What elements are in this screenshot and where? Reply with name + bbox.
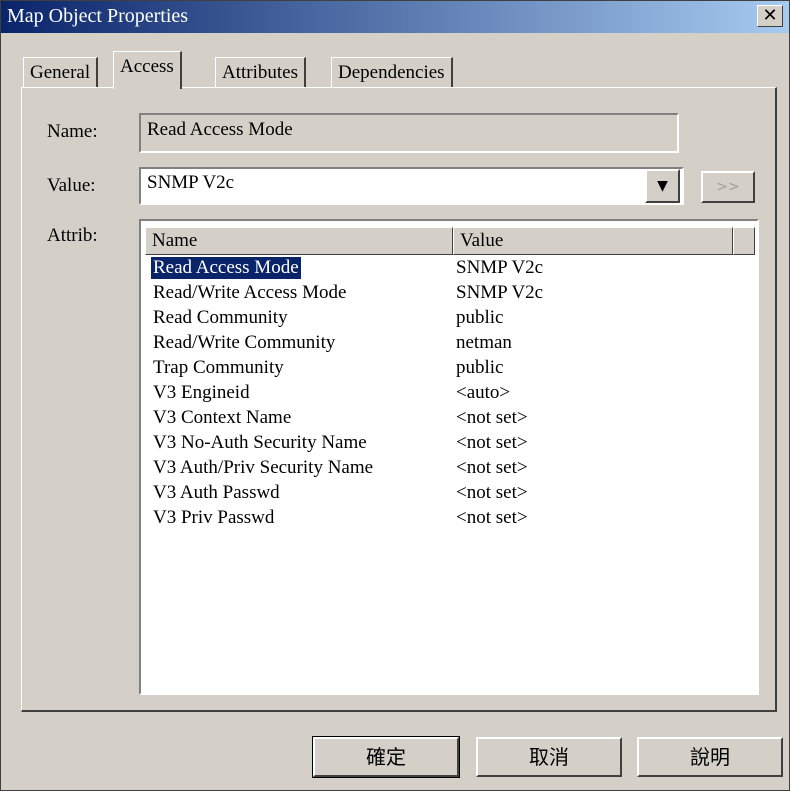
list-item[interactable]: V3 Engineid <auto> <box>141 382 741 407</box>
list-item[interactable]: Trap Community public <box>141 357 741 382</box>
title-bar[interactable]: Map Object Properties ✕ <box>1 1 789 33</box>
chevron-down-icon: ▼ <box>657 178 668 194</box>
column-header-value[interactable]: Value <box>453 227 733 255</box>
attrib-label: Attrib: <box>47 225 98 246</box>
list-item-value: public <box>456 307 504 328</box>
list-item-name: Read/Write Access Mode <box>153 282 347 303</box>
value-combobox[interactable]: SNMP V2c <box>139 167 684 205</box>
list-item[interactable]: Read Access Mode SNMP V2c <box>141 256 741 282</box>
value-label: Value: <box>47 175 96 196</box>
list-item-name: V3 Auth/Priv Security Name <box>153 457 374 478</box>
name-label: Name: <box>47 121 98 142</box>
list-item-value: <auto> <box>456 382 511 403</box>
list-item-name: V3 No-Auth Security Name <box>153 432 367 453</box>
list-item-name: Trap Community <box>153 357 284 378</box>
close-button[interactable]: ✕ <box>757 5 783 27</box>
tab-access[interactable]: Access <box>113 51 182 89</box>
list-item-value: SNMP V2c <box>456 282 544 303</box>
list-item-value: SNMP V2c <box>456 257 544 278</box>
list-item-value: <not set> <box>456 482 528 503</box>
list-item-name: V3 Priv Passwd <box>153 507 275 528</box>
window-title: Map Object Properties <box>7 5 189 27</box>
list-item[interactable]: V3 Context Name <not set> <box>141 407 741 432</box>
list-item-name: V3 Auth Passwd <box>153 482 280 503</box>
list-item[interactable]: V3 Auth Passwd <not set> <box>141 482 741 507</box>
list-item-value: <not set> <box>456 457 528 478</box>
list-item[interactable]: V3 Priv Passwd <not set> <box>141 507 741 532</box>
list-item[interactable]: Read/Write Access Mode SNMP V2c <box>141 282 741 307</box>
list-item-name: V3 Context Name <box>153 407 292 428</box>
list-item-name: V3 Engineid <box>153 382 250 403</box>
list-item-value: <not set> <box>456 432 528 453</box>
list-item[interactable]: Read/Write Community netman <box>141 332 741 357</box>
list-item-value: <not set> <box>456 407 528 428</box>
name-field: Read Access Mode <box>139 113 679 153</box>
list-item-value: netman <box>456 332 512 353</box>
more-button[interactable]: >> <box>701 171 755 203</box>
help-button[interactable]: 說明 <box>637 737 783 777</box>
value-dropdown-button[interactable]: ▼ <box>645 169 680 203</box>
list-item-name: Read Community <box>153 307 288 328</box>
list-item-value: <not set> <box>456 507 528 528</box>
attrib-listview[interactable]: Name Value Read Access Mode SNMP V2c Rea… <box>139 219 759 695</box>
cancel-button[interactable]: 取消 <box>476 737 622 777</box>
ok-button[interactable]: 確定 <box>312 736 460 778</box>
tab-attributes[interactable]: Attributes <box>215 57 306 87</box>
column-header-name[interactable]: Name <box>145 227 453 255</box>
tab-general[interactable]: General <box>23 57 99 87</box>
list-item[interactable]: V3 No-Auth Security Name <not set> <box>141 432 741 457</box>
list-item-value: public <box>456 357 504 378</box>
dialog-window: Map Object Properties ✕ General Access A… <box>0 0 790 791</box>
list-item[interactable]: V3 Auth/Priv Security Name <not set> <box>141 457 741 482</box>
tab-dependencies[interactable]: Dependencies <box>331 57 453 87</box>
list-item-name: Read/Write Community <box>153 332 336 353</box>
list-item[interactable]: Read Community public <box>141 307 741 332</box>
close-icon: ✕ <box>762 5 778 26</box>
column-header-filler <box>733 227 755 255</box>
list-item-name: Read Access Mode <box>150 256 302 280</box>
